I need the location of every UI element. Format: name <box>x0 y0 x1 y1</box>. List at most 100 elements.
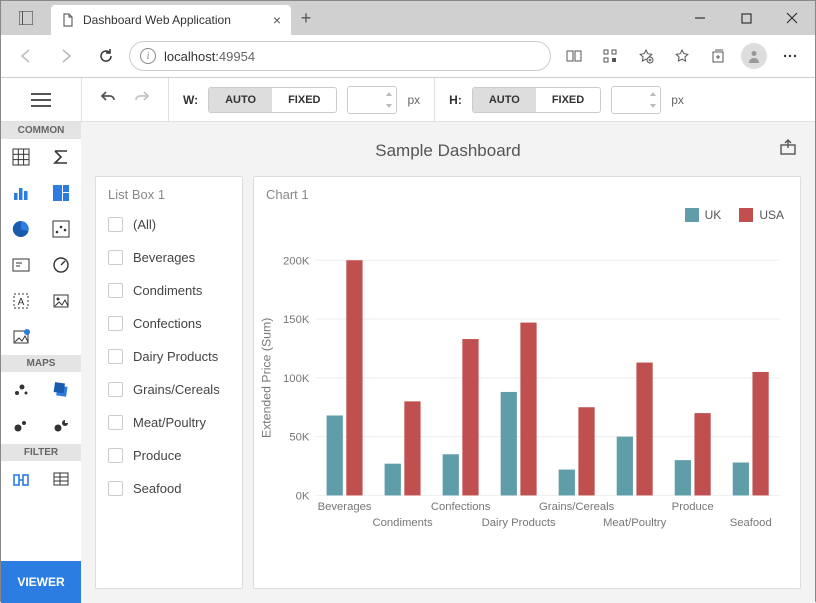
svg-text:200K: 200K <box>283 255 310 267</box>
list-item[interactable]: Meat/Poultry <box>96 406 242 439</box>
dashboard-canvas: Sample Dashboard List Box 1 (All) Beverag… <box>81 122 815 603</box>
svg-text:Beverages: Beverages <box>318 501 372 513</box>
legend-swatch-usa <box>739 208 753 222</box>
redo-button[interactable] <box>132 88 150 111</box>
list-item-label: Confections <box>133 316 202 331</box>
item-text-icon[interactable]: A <box>1 283 41 319</box>
checkbox-icon[interactable] <box>108 382 123 397</box>
tab-close-icon[interactable]: × <box>273 12 281 28</box>
checkbox-icon[interactable] <box>108 217 123 232</box>
item-sigma-icon[interactable] <box>41 139 81 175</box>
legend-swatch-uk <box>685 208 699 222</box>
list-item[interactable]: Produce <box>96 439 242 472</box>
sidebar-section-common: COMMON <box>1 122 81 139</box>
list-item[interactable]: Confections <box>96 307 242 340</box>
svg-text:Meat/Poultry: Meat/Poultry <box>603 517 667 529</box>
chart-title: Chart 1 <box>254 177 800 208</box>
item-grid-icon[interactable] <box>1 139 41 175</box>
checkbox-icon[interactable] <box>108 448 123 463</box>
list-item-label: Grains/Cereals <box>133 382 220 397</box>
svg-text:Produce: Produce <box>672 501 714 513</box>
svg-text:Seafood: Seafood <box>730 517 772 529</box>
width-auto-button[interactable]: AUTO <box>209 88 272 112</box>
item-scatter-icon[interactable] <box>41 211 81 247</box>
more-menu-icon[interactable] <box>773 39 807 73</box>
height-auto-button[interactable]: AUTO <box>473 88 536 112</box>
item-image-icon[interactable] <box>41 283 81 319</box>
tab-title: Dashboard Web Application <box>83 13 265 27</box>
chart-svg: 0K50K100K150K200KExtended Price (Sum)Bev… <box>256 226 790 580</box>
svg-text:150K: 150K <box>283 314 310 326</box>
qr-icon[interactable] <box>593 39 627 73</box>
list-item[interactable]: Beverages <box>96 241 242 274</box>
map-choropleth-icon[interactable] <box>1 372 41 408</box>
url-text: localhost:49954 <box>164 49 255 64</box>
undo-button[interactable] <box>100 88 118 111</box>
maximize-button[interactable] <box>723 1 769 35</box>
svg-text:100K: 100K <box>283 373 310 385</box>
map-geopoint-icon[interactable] <box>41 372 81 408</box>
checkbox-icon[interactable] <box>108 316 123 331</box>
svg-text:Condiments: Condiments <box>372 517 433 529</box>
collections-icon[interactable] <box>701 39 735 73</box>
filter-range-icon[interactable] <box>1 461 41 497</box>
map-pie-icon[interactable] <box>41 408 81 444</box>
item-pie-icon[interactable] <box>1 211 41 247</box>
forward-button[interactable] <box>49 39 83 73</box>
minimize-button[interactable] <box>677 1 723 35</box>
width-value-input[interactable] <box>347 86 397 114</box>
chart-panel: Chart 1 UK USA 0K50K100K150K200KExtended… <box>253 176 801 589</box>
checkbox-icon[interactable] <box>108 481 123 496</box>
svg-text:Confections: Confections <box>431 501 491 513</box>
item-gauge-icon[interactable] <box>41 247 81 283</box>
legend-label-usa: USA <box>759 208 784 222</box>
browser-tab[interactable]: Dashboard Web Application × <box>51 5 291 35</box>
new-tab-button[interactable]: + <box>291 8 321 29</box>
favorites-icon[interactable] <box>665 39 699 73</box>
filter-list-icon[interactable] <box>41 461 81 497</box>
export-icon[interactable] <box>779 138 797 161</box>
site-info-icon[interactable]: i <box>140 48 156 64</box>
legend-label-uk: UK <box>705 208 722 222</box>
item-card-icon[interactable] <box>1 247 41 283</box>
checkbox-icon[interactable] <box>108 349 123 364</box>
item-treemap-icon[interactable] <box>41 175 81 211</box>
reader-icon[interactable] <box>557 39 591 73</box>
viewer-button[interactable]: VIEWER <box>1 561 81 603</box>
list-item-label: Condiments <box>133 283 202 298</box>
svg-text:Grains/Cereals: Grains/Cereals <box>539 501 615 513</box>
item-bound-image-icon[interactable] <box>1 319 41 355</box>
item-chart-icon[interactable] <box>1 175 41 211</box>
list-item-label: (All) <box>133 217 156 232</box>
refresh-button[interactable] <box>89 39 123 73</box>
height-fixed-button[interactable]: FIXED <box>536 88 600 112</box>
height-value-input[interactable] <box>611 86 661 114</box>
favorites-add-icon[interactable] <box>629 39 663 73</box>
checkbox-icon[interactable] <box>108 250 123 265</box>
width-control: W: AUTO FIXED px <box>169 86 434 114</box>
list-item-label: Produce <box>133 448 181 463</box>
sidebar: COMMON A MAPS FILTER VIEWER <box>1 122 81 603</box>
address-bar[interactable]: i localhost:49954 <box>129 41 551 71</box>
height-unit: px <box>671 93 684 107</box>
close-window-button[interactable] <box>769 1 815 35</box>
tab-actions-icon[interactable] <box>1 1 51 35</box>
svg-text:0K: 0K <box>296 491 310 503</box>
menu-button[interactable] <box>1 93 81 107</box>
list-item[interactable]: (All) <box>96 208 242 241</box>
checkbox-icon[interactable] <box>108 415 123 430</box>
list-item[interactable]: Seafood <box>96 472 242 505</box>
height-control: H: AUTO FIXED px <box>435 86 698 114</box>
browser-titlebar: Dashboard Web Application × + <box>1 1 815 35</box>
list-item[interactable]: Grains/Cereals <box>96 373 242 406</box>
profile-avatar[interactable] <box>737 39 771 73</box>
map-bubble-icon[interactable] <box>1 408 41 444</box>
list-item[interactable]: Condiments <box>96 274 242 307</box>
checkbox-icon[interactable] <box>108 283 123 298</box>
back-button[interactable] <box>9 39 43 73</box>
svg-text:A: A <box>18 297 25 308</box>
list-item[interactable]: Dairy Products <box>96 340 242 373</box>
width-fixed-button[interactable]: FIXED <box>272 88 336 112</box>
listbox-title: List Box 1 <box>96 177 242 208</box>
dashboard-title: Sample Dashboard <box>375 141 521 161</box>
